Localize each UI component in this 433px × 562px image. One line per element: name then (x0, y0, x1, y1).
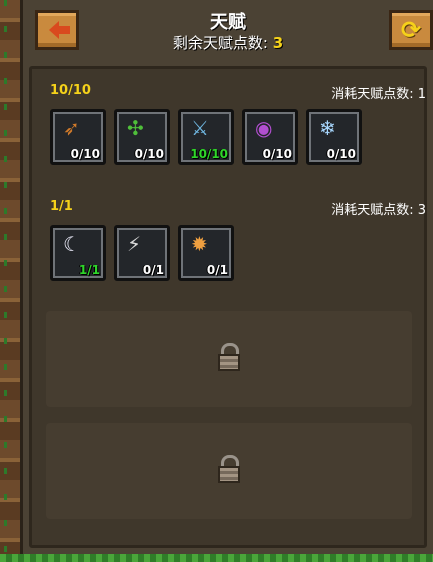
talent-count: 1/1 (78, 263, 100, 277)
page-title: 天赋 (210, 12, 246, 33)
snowflake-banner-icon: ❄ (319, 116, 336, 140)
talent-count: 10/10 (190, 147, 228, 161)
padlock-icon (218, 343, 240, 371)
fire-burst-icon: ✹ (191, 232, 208, 256)
sword-icon: ⚔ (191, 116, 209, 140)
talent-tree-area: 10/10 消耗天赋点数: 1 ➶ 0/10 ✣ 0/10 ⚔ 10/10 ◉ … (29, 66, 427, 548)
tier-2-progress: 1/1 (50, 199, 73, 214)
points-remaining-label: 剩余天赋点数: (172, 34, 273, 52)
tier-2-cost: 消耗天赋点数: 3 (331, 203, 426, 218)
talent-count: 0/10 (134, 147, 164, 161)
left-border-decoration (0, 0, 20, 562)
crossbow-icon: ➶ (63, 116, 80, 140)
tier-2-header: 1/1 消耗天赋点数: 3 (50, 199, 426, 218)
tier-1-header: 10/10 消耗天赋点数: 1 (50, 83, 426, 102)
swirl-orb-icon: ◉ (255, 116, 273, 140)
points-remaining: 剩余天赋点数: 3 (23, 32, 433, 53)
talent-slot-sword[interactable]: ⚔ 10/10 (178, 109, 234, 165)
reset-talents-button[interactable]: ⟳ (389, 10, 433, 50)
lightning-shard-icon: ⚡ (127, 232, 142, 256)
talent-panel: 天赋 剩余天赋点数: 3 ⟳ 10/10 消耗天赋点数: 1 ➶ 0/10 ✣ … (20, 0, 433, 554)
plant-cross-icon: ✣ (127, 116, 144, 140)
padlock-icon (218, 455, 240, 483)
talent-count: 0/10 (262, 147, 292, 161)
crescent-slash-icon: ☾ (63, 232, 81, 256)
talent-count: 0/1 (206, 263, 228, 277)
talent-slot-swirl[interactable]: ◉ 0/10 (242, 109, 298, 165)
bottom-grass-decoration (0, 554, 433, 562)
talent-slot-plant[interactable]: ✣ 0/10 (114, 109, 170, 165)
talent-count: 0/10 (326, 147, 356, 161)
panel-header: 天赋 剩余天赋点数: 3 ⟳ (23, 0, 433, 62)
talent-slot-fire[interactable]: ✹ 0/1 (178, 225, 234, 281)
talent-slot-crossbow[interactable]: ➶ 0/10 (50, 109, 106, 165)
talent-slot-lightning[interactable]: ⚡ 0/1 (114, 225, 170, 281)
tier-1-cost: 消耗天赋点数: 1 (331, 87, 426, 102)
refresh-icon: ⟳ (400, 16, 422, 44)
locked-tier-3 (46, 311, 412, 407)
talent-count: 0/1 (142, 263, 164, 277)
points-remaining-value: 3 (272, 34, 284, 52)
talent-slot-crescent[interactable]: ☾ 1/1 (50, 225, 106, 281)
tier-1-progress: 10/10 (50, 83, 91, 98)
locked-tier-4 (46, 423, 412, 519)
talent-count: 0/10 (70, 147, 100, 161)
talent-slot-snowflake[interactable]: ❄ 0/10 (306, 109, 362, 165)
